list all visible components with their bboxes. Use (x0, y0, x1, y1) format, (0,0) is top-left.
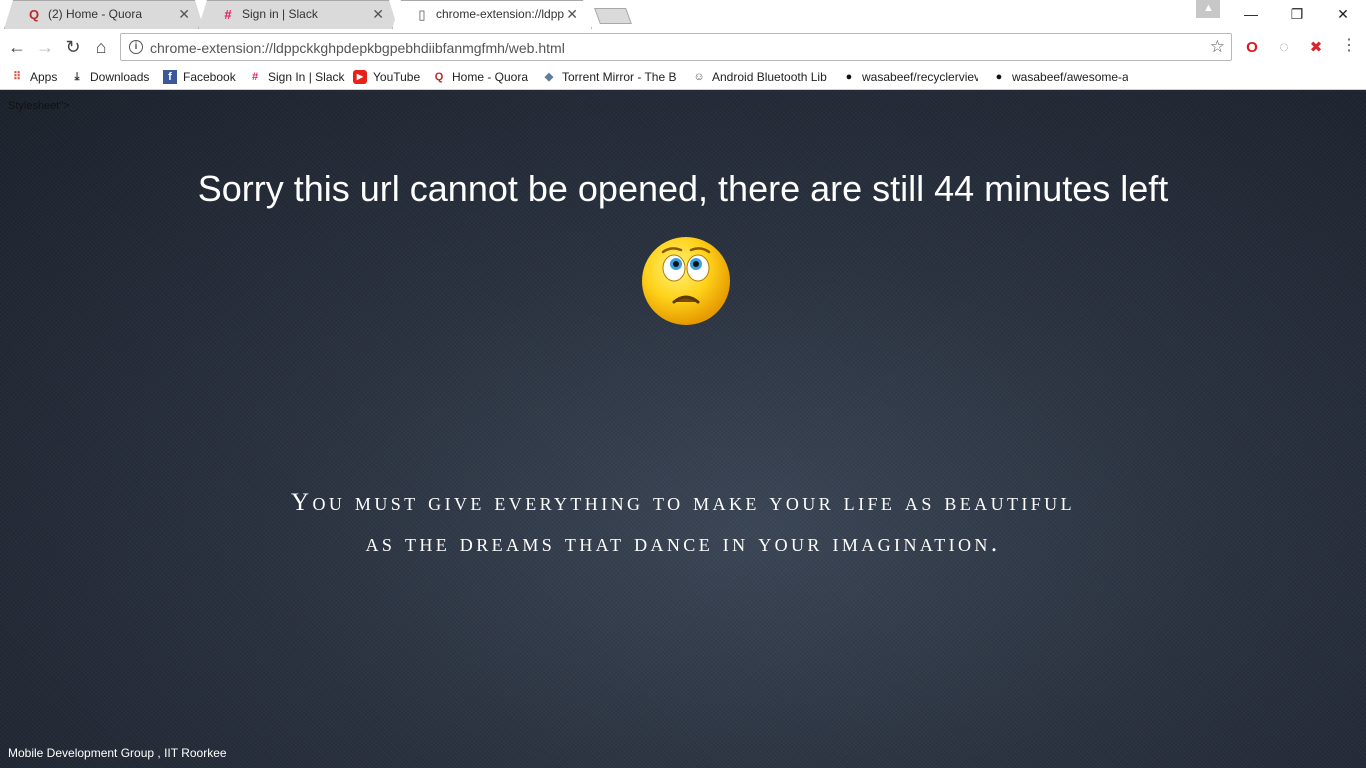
bookmarks-bar: ⠿ Apps ⤓ Downloads f Facebook # Sign In … (0, 64, 1366, 90)
worried-face-icon (642, 237, 730, 325)
address-bar[interactable]: i chrome-extension://ldppckkghpdepkbgpeb… (120, 33, 1232, 61)
forward-button[interactable]: → (34, 37, 56, 59)
bookmark-android-bluetooth[interactable]: ☺ Android Bluetooth Lib (692, 68, 828, 86)
menu-icon[interactable]: ⋮ (1341, 38, 1357, 54)
slack-icon: # (251, 71, 259, 83)
bookmark-label: YouTube (373, 70, 421, 84)
tab-title: Sign in | Slack (242, 7, 318, 21)
reload-button[interactable]: ↻ (62, 37, 84, 59)
slack-icon: # (224, 7, 232, 22)
opera-icon[interactable]: O (1243, 39, 1261, 57)
bookmark-label: wasabeef/awesome-a (1012, 70, 1128, 84)
close-window-button[interactable]: ✕ (1320, 0, 1366, 28)
quora-icon: Q (434, 71, 444, 83)
android-icon: ☺ (693, 71, 705, 83)
bookmark-star-icon[interactable]: ☆ (1210, 37, 1225, 57)
bookmark-label: Home - Quora (452, 70, 529, 84)
tab-strip: Q (2) Home - Quora ✕ # Sign in | Slack ✕… (0, 0, 1366, 30)
back-button[interactable]: ← (6, 37, 28, 59)
bookmark-label: wasabeef/recyclerviev (862, 70, 978, 84)
bookmark-label: Facebook (183, 70, 236, 84)
bookmark-label: Downloads (90, 70, 150, 84)
torrent-icon: ◆ (544, 71, 554, 83)
bookmark-label: Android Bluetooth Lib (712, 70, 827, 84)
youtube-icon: ▶ (353, 70, 367, 84)
close-icon[interactable]: ✕ (178, 6, 190, 23)
bookmark-facebook[interactable]: f Facebook (163, 68, 236, 86)
toolbar: ← → ↻ ⌂ i chrome-extension://ldppckkghpd… (0, 30, 1366, 64)
bookmark-torrent-mirror[interactable]: ◆ Torrent Mirror - The B (542, 68, 678, 86)
motivational-quote: You must give everything to make your li… (150, 482, 1216, 564)
bookmark-slack[interactable]: # Sign In | Slack (248, 68, 345, 86)
facebook-icon: f (163, 70, 177, 84)
bookmark-awesome[interactable]: ● wasabeef/awesome-a (992, 68, 1128, 86)
footer-credit: Mobile Development Group , IIT Roorkee (8, 746, 227, 760)
minimize-button[interactable]: — (1228, 0, 1274, 28)
apps-grid-icon: ⠿ (12, 71, 22, 83)
bookmark-recyclerview[interactable]: ● wasabeef/recyclerviev (842, 68, 978, 86)
close-icon[interactable]: ✕ (372, 6, 384, 23)
download-icon: ⤓ (74, 71, 80, 83)
stray-text: Stylesheet"> (8, 100, 70, 112)
close-icon[interactable]: ✕ (566, 6, 578, 23)
profile-button[interactable]: ▲ (1196, 0, 1220, 18)
blocked-message: Sorry this url cannot be opened, there a… (197, 168, 1169, 209)
github-icon: ● (845, 71, 853, 83)
new-tab-button[interactable] (594, 8, 632, 24)
page-icon: ▯ (418, 7, 426, 22)
home-button[interactable]: ⌂ (90, 37, 112, 59)
tab-quora[interactable]: Q (2) Home - Quora ✕ (4, 0, 204, 29)
bookmark-label: Sign In | Slack (268, 70, 345, 84)
bookmark-downloads[interactable]: ⤓ Downloads (70, 68, 150, 86)
tab-extension-page[interactable]: ▯ chrome-extension://ldpp ✕ (392, 0, 592, 29)
url-text[interactable]: chrome-extension://ldppckkghpdepkbgpebhd… (150, 40, 565, 56)
restore-button[interactable]: ❐ (1274, 0, 1320, 28)
block-extension-icon[interactable]: ✖ (1307, 39, 1325, 57)
profile-icon: ▲ (1203, 2, 1214, 14)
quote-line-1: You must give everything to make your li… (291, 489, 1075, 516)
bookmark-quora[interactable]: Q Home - Quora (432, 68, 528, 86)
bookmark-apps[interactable]: ⠿ Apps (10, 68, 57, 86)
info-icon[interactable]: i (129, 40, 143, 54)
github-icon: ● (995, 71, 1003, 83)
bookmark-label: Torrent Mirror - The B (562, 70, 677, 84)
window-controls: — ❐ ✕ (1228, 0, 1366, 28)
tab-title: (2) Home - Quora (48, 7, 143, 21)
bookmark-label: Apps (30, 70, 58, 84)
quote-line-2: as the dreams that dance in your imagina… (365, 530, 1001, 557)
tab-slack[interactable]: # Sign in | Slack ✕ (198, 0, 398, 29)
tab-title: chrome-extension://ldpp (436, 7, 565, 21)
timer-extension-icon[interactable]: ◌ (1275, 39, 1293, 57)
bookmark-youtube[interactable]: ▶ YouTube (353, 68, 420, 86)
quora-icon: Q (28, 7, 40, 22)
page-content: Stylesheet"> Sorry this url cannot be op… (0, 90, 1366, 768)
